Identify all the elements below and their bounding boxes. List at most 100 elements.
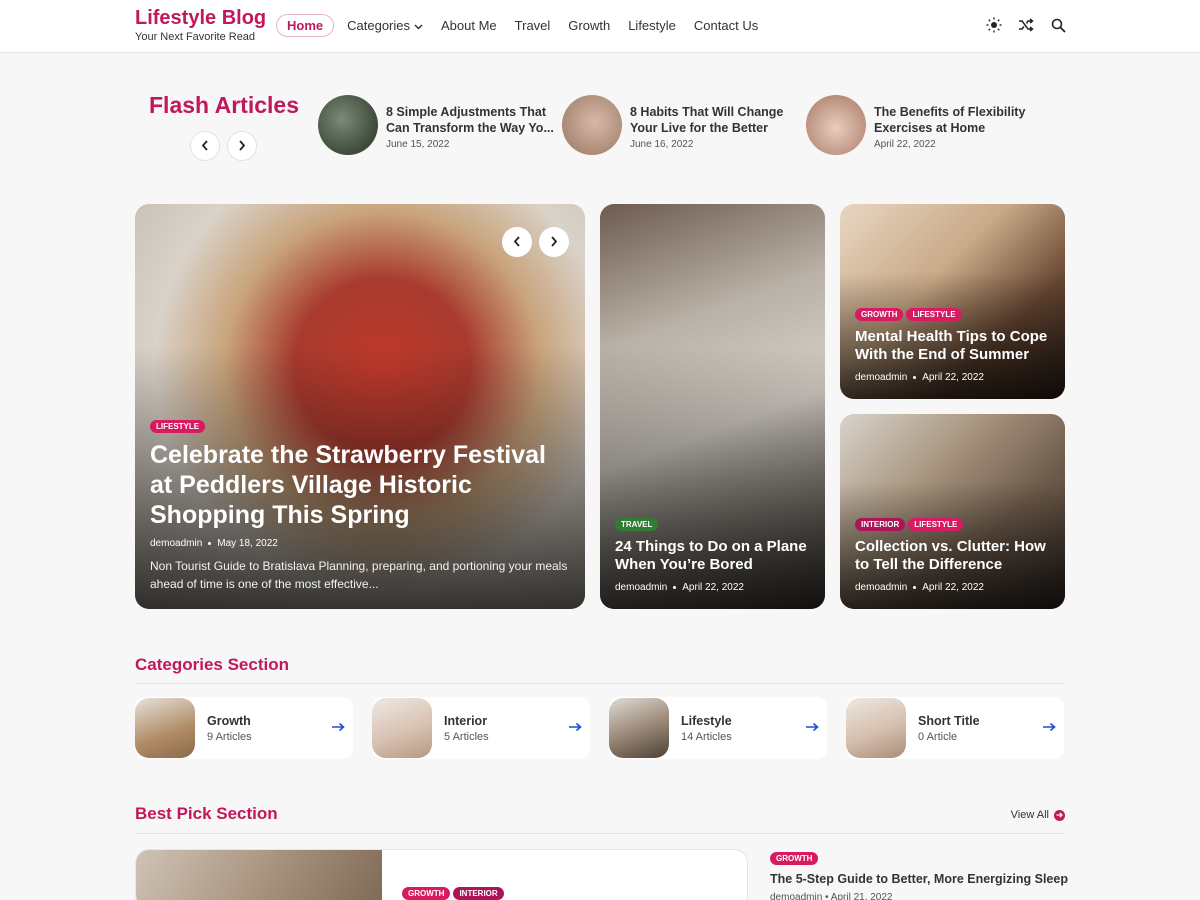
category-card[interactable]: Short Title 0 Article	[846, 697, 1064, 759]
category-count: 5 Articles	[444, 730, 489, 743]
category-thumbnail	[372, 698, 432, 758]
flash-item-title[interactable]: 8 Simple Adjustments That Can Transform …	[386, 104, 556, 136]
post-date: April 22, 2022	[922, 582, 984, 593]
meta-separator	[673, 586, 677, 589]
category-tag[interactable]: GROWTH	[402, 887, 451, 900]
category-card[interactable]: Interior 5 Articles	[372, 697, 590, 759]
post-author[interactable]: demoadmin	[855, 372, 907, 383]
post-card[interactable]: INTERIOR LIFESTYLE Collection vs. Clutter…	[840, 414, 1065, 609]
category-card[interactable]: Growth 9 Articles	[135, 697, 353, 759]
category-name[interactable]: Growth	[207, 714, 331, 728]
category-tag[interactable]: INTERIOR	[855, 518, 906, 531]
arrow-right-circle-icon	[1054, 809, 1065, 821]
flash-item[interactable]: 8 Habits That Will Change Your Live for …	[562, 95, 800, 155]
sun-icon[interactable]	[985, 16, 1003, 34]
flash-item-date: April 22, 2022	[874, 139, 936, 150]
category-name[interactable]: Interior	[444, 714, 568, 728]
hero-arrows	[502, 227, 569, 257]
meta-separator	[913, 376, 917, 379]
hero-prev-button[interactable]	[502, 227, 532, 257]
category-thumbnail	[846, 698, 906, 758]
post-excerpt: Non Tourist Guide to Bratislava Planning…	[150, 559, 568, 591]
nav-growth[interactable]: Growth	[559, 14, 619, 37]
search-icon[interactable]	[1049, 16, 1067, 34]
main-nav: Home Categories About Me Travel Growth L…	[276, 14, 767, 37]
categories-section-title: Categories Section	[135, 655, 289, 674]
featured-post-title[interactable]: Celebrate the Strawberry Festival at Ped…	[150, 440, 570, 530]
chevron-down-icon	[414, 22, 423, 33]
flash-item-date: June 15, 2022	[386, 139, 450, 150]
nav-categories[interactable]: Categories	[338, 14, 432, 37]
category-name[interactable]: Lifestyle	[681, 714, 805, 728]
section-divider	[135, 833, 1065, 834]
category-tag[interactable]: INTERIOR	[453, 887, 504, 900]
category-thumbnail	[135, 698, 195, 758]
meta-separator	[913, 586, 917, 589]
category-count: 9 Articles	[207, 730, 252, 743]
side-post-title[interactable]: The 5-Step Guide to Better, More Energiz…	[770, 872, 1068, 886]
nav-home[interactable]: Home	[276, 14, 335, 37]
category-tag[interactable]: LIFESTYLE	[906, 308, 962, 321]
category-thumbnail	[609, 698, 669, 758]
chevron-left-icon	[201, 138, 209, 154]
flash-next-button[interactable]	[227, 131, 257, 161]
view-all-label: View All	[1010, 809, 1049, 821]
post-author[interactable]: demoadmin	[615, 582, 667, 593]
nav-categories-label: Categories	[347, 18, 410, 33]
category-card[interactable]: Lifestyle 14 Articles	[609, 697, 827, 759]
chevron-right-icon	[550, 234, 558, 250]
flash-prev-button[interactable]	[190, 131, 220, 161]
flash-item[interactable]: 8 Simple Adjustments That Can Transform …	[318, 95, 556, 155]
post-date: April 21, 2022	[830, 892, 893, 900]
site-logo[interactable]: Lifestyle Blog Your Next Favorite Read	[135, 7, 266, 44]
category-count: 0 Article	[918, 730, 958, 743]
post-card[interactable]: TRAVEL 24 Things to Do on a Plane When Y…	[600, 204, 825, 609]
best-pick-card[interactable]: GROWTH INTERIOR	[135, 849, 748, 900]
shuffle-icon[interactable]	[1017, 16, 1035, 34]
post-title[interactable]: Collection vs. Clutter: How to Tell the …	[855, 538, 1050, 574]
nav-lifestyle[interactable]: Lifestyle	[619, 14, 685, 37]
category-tag[interactable]: GROWTH	[855, 308, 904, 321]
nav-contact[interactable]: Contact Us	[685, 14, 767, 37]
arrow-right-icon[interactable]	[568, 719, 582, 737]
post-title[interactable]: Mental Health Tips to Cope With the End …	[855, 328, 1050, 364]
nav-about[interactable]: About Me	[432, 14, 506, 37]
flash-articles-title: Flash Articles	[149, 92, 299, 118]
arrow-right-icon[interactable]	[805, 719, 819, 737]
flash-item-date: June 16, 2022	[630, 139, 694, 150]
flash-thumbnail[interactable]	[806, 95, 866, 155]
post-author[interactable]: demoadmin	[855, 582, 907, 593]
best-pick-side-item[interactable]: GROWTH The 5-Step Guide to Better, More …	[770, 852, 1068, 900]
section-divider	[135, 683, 1065, 684]
arrow-right-icon[interactable]	[331, 719, 345, 737]
flash-item[interactable]: The Benefits of Flexibility Exercises at…	[806, 95, 1044, 155]
flash-arrows	[190, 131, 257, 161]
category-tag[interactable]: TRAVEL	[615, 518, 659, 531]
header-actions	[985, 16, 1067, 34]
category-tag[interactable]: LIFESTYLE	[150, 420, 206, 433]
flash-item-title[interactable]: The Benefits of Flexibility Exercises at…	[874, 104, 1044, 136]
best-pick-section-title: Best Pick Section	[135, 804, 278, 823]
category-name[interactable]: Short Title	[918, 714, 1042, 728]
featured-post-card[interactable]: LIFESTYLE Celebrate the Strawberry Festi…	[135, 204, 585, 609]
logo-subtitle: Your Next Favorite Read	[135, 31, 256, 43]
nav-travel[interactable]: Travel	[506, 14, 560, 37]
hero-next-button[interactable]	[539, 227, 569, 257]
post-date: May 18, 2022	[217, 538, 278, 549]
flash-item-title[interactable]: 8 Habits That Will Change Your Live for …	[630, 104, 800, 136]
view-all-link[interactable]: View All	[1011, 809, 1065, 821]
logo-title[interactable]: Lifestyle Blog	[135, 7, 266, 30]
category-tag[interactable]: GROWTH	[770, 852, 819, 865]
best-pick-thumbnail[interactable]	[136, 850, 382, 900]
chevron-left-icon	[513, 234, 521, 250]
flash-thumbnail[interactable]	[562, 95, 622, 155]
post-card[interactable]: GROWTH LIFESTYLE Mental Health Tips to Co…	[840, 204, 1065, 399]
arrow-right-icon[interactable]	[1042, 719, 1056, 737]
post-author[interactable]: demoadmin	[150, 538, 202, 549]
post-author[interactable]: demoadmin	[770, 892, 822, 900]
category-tag[interactable]: LIFESTYLE	[908, 518, 964, 531]
site-header: Lifestyle Blog Your Next Favorite Read H…	[0, 0, 1200, 53]
post-title[interactable]: 24 Things to Do on a Plane When You’re B…	[615, 538, 810, 574]
post-date: April 22, 2022	[922, 372, 984, 383]
flash-thumbnail[interactable]	[318, 95, 378, 155]
